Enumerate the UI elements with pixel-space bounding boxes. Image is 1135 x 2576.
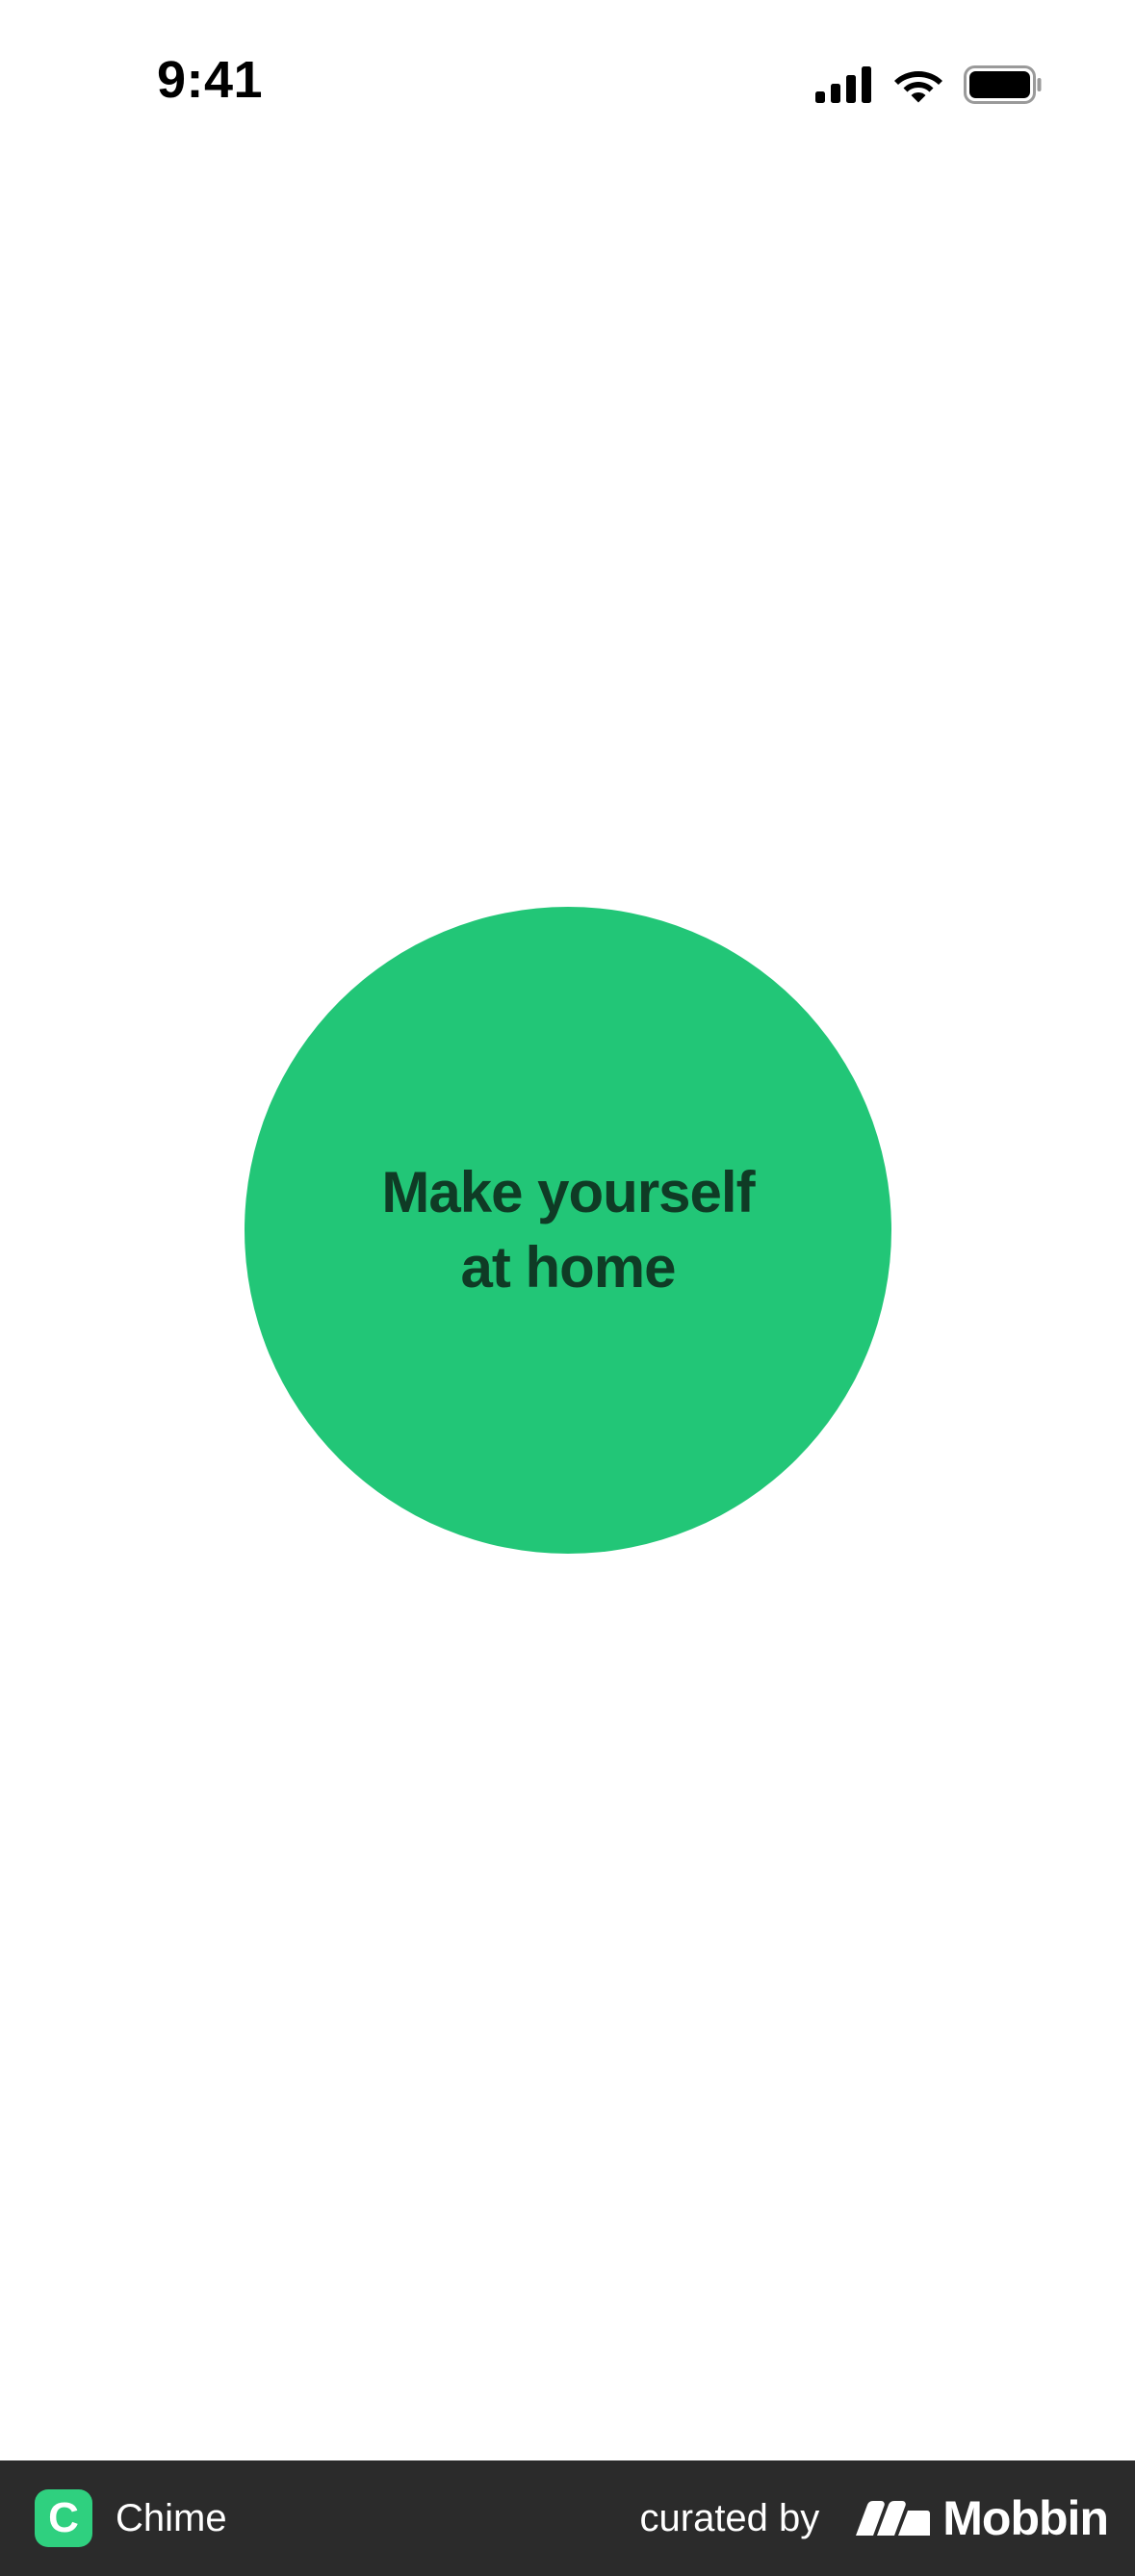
curated-by-label: curated by <box>639 2496 820 2539</box>
battery-icon <box>964 65 1042 104</box>
app-name: Chime <box>116 2496 227 2539</box>
status-time: 9:41 <box>157 51 264 109</box>
status-icons <box>815 64 1043 106</box>
hero-heading-line-2: at home <box>460 1235 676 1300</box>
footer-credit: curated by Mobbin <box>640 2490 1109 2546</box>
mobbin-logo-icon <box>856 2501 931 2536</box>
hero-heading: Make yourself at home <box>381 1155 755 1305</box>
splash-screen: 9:41 Make yourself at home C Chime curat… <box>0 0 1135 2576</box>
hero-circle: Make yourself at home <box>245 907 891 1554</box>
mobbin-brand-name: Mobbin <box>942 2491 1109 2545</box>
hero-heading-line-1: Make yourself <box>381 1160 755 1224</box>
signal-icon <box>815 66 871 103</box>
chime-app-icon: C <box>35 2489 92 2547</box>
wifi-icon <box>894 71 942 103</box>
footer-bar: C Chime curated by Mobbin <box>0 2460 1135 2576</box>
mobbin-brand: Mobbin <box>852 2490 1109 2546</box>
footer-app-info: C Chime <box>35 2489 227 2547</box>
status-bar: 9:41 <box>0 0 1135 168</box>
